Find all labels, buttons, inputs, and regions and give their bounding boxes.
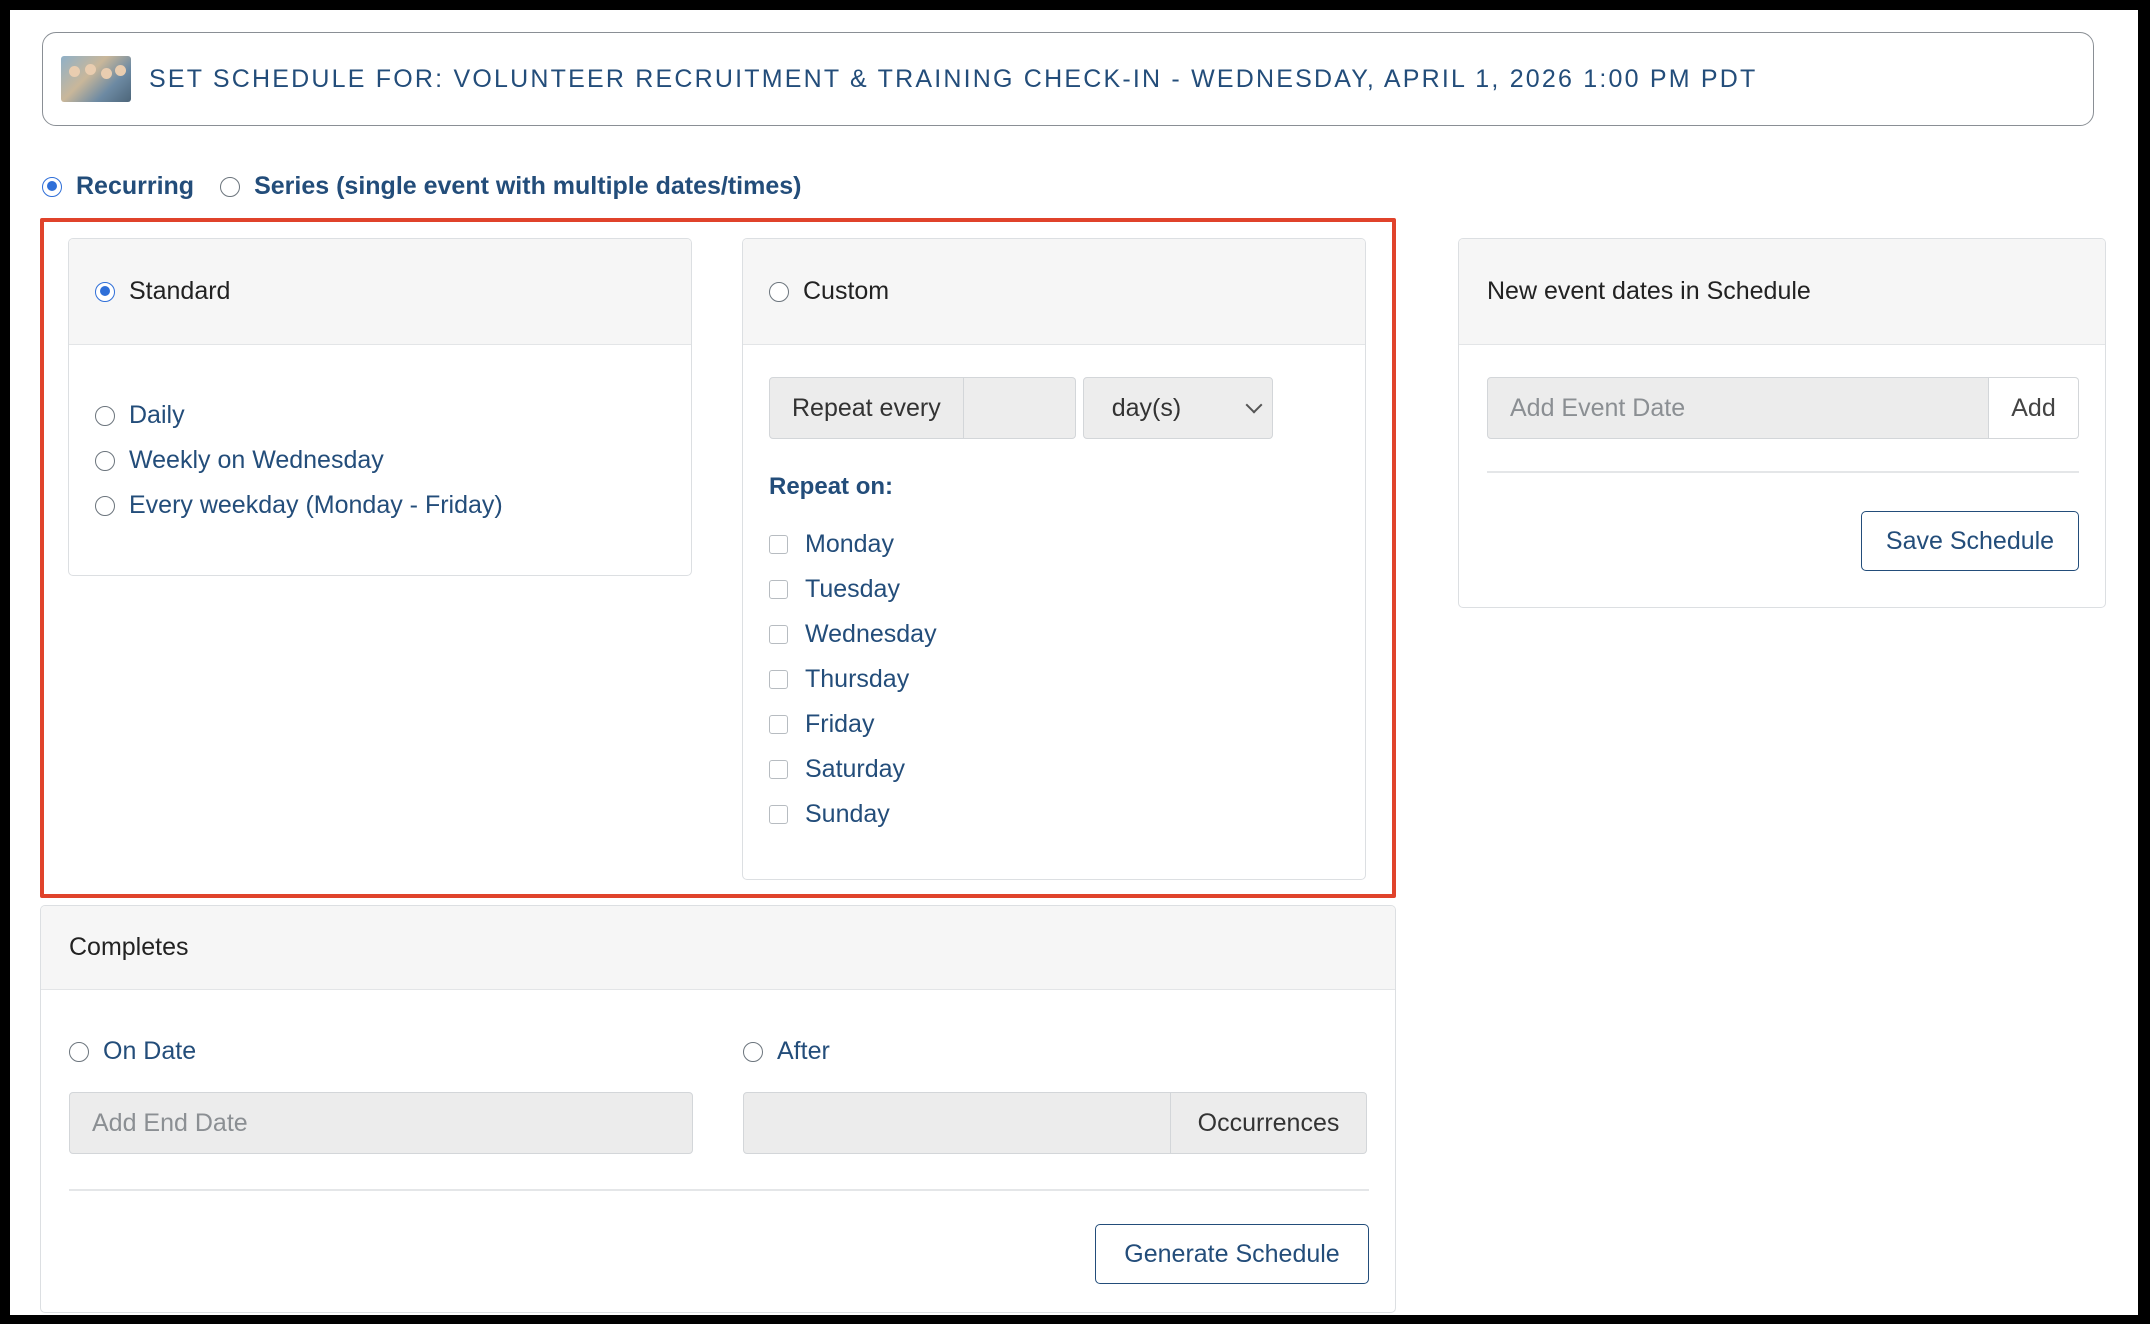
day-label: Tuesday bbox=[805, 575, 900, 603]
recurring-option[interactable]: Recurring bbox=[42, 172, 194, 201]
custom-card-header[interactable]: Custom bbox=[743, 239, 1365, 345]
on-date-label: On Date bbox=[103, 1037, 197, 1065]
repeat-every-label: Repeat every bbox=[769, 377, 964, 439]
option-label: Daily bbox=[129, 401, 185, 429]
day-wednesday[interactable]: Wednesday bbox=[769, 612, 937, 657]
on-date-option[interactable]: On Date bbox=[69, 1037, 196, 1066]
wednesday-checkbox[interactable] bbox=[769, 625, 788, 644]
divider bbox=[69, 1189, 1369, 1191]
after-radio[interactable] bbox=[743, 1041, 763, 1062]
option-label: Every weekday (Monday - Friday) bbox=[129, 491, 503, 519]
new-event-dates-title: New event dates in Schedule bbox=[1459, 239, 2105, 345]
chevron-down-icon bbox=[1245, 396, 1263, 414]
sunday-checkbox[interactable] bbox=[769, 805, 788, 824]
option-label: Weekly on Wednesday bbox=[129, 446, 384, 474]
schedule-page: SET SCHEDULE FOR: VOLUNTEER RECRUITMENT … bbox=[10, 10, 2138, 1315]
divider bbox=[1487, 471, 2079, 473]
day-monday[interactable]: Monday bbox=[769, 522, 937, 567]
on-date-radio[interactable] bbox=[69, 1041, 89, 1062]
day-tuesday[interactable]: Tuesday bbox=[769, 567, 937, 612]
day-label: Monday bbox=[805, 530, 894, 558]
option-daily[interactable]: Daily bbox=[95, 393, 691, 438]
standard-card: Standard Daily Weekly on Wednesday Every… bbox=[68, 238, 692, 576]
after-label: After bbox=[777, 1037, 830, 1065]
day-label: Thursday bbox=[805, 665, 910, 693]
friday-checkbox[interactable] bbox=[769, 715, 788, 734]
weekday-checkbox-list: Monday Tuesday Wednesday Thursday Friday… bbox=[769, 522, 937, 837]
day-friday[interactable]: Friday bbox=[769, 702, 937, 747]
standard-options: Daily Weekly on Wednesday Every weekday … bbox=[69, 345, 691, 528]
page-title: SET SCHEDULE FOR: VOLUNTEER RECRUITMENT … bbox=[149, 64, 1758, 93]
occurrences-label: Occurrences bbox=[1171, 1092, 1367, 1154]
day-sunday[interactable]: Sunday bbox=[769, 792, 937, 837]
completes-title: Completes bbox=[41, 906, 1395, 990]
day-saturday[interactable]: Saturday bbox=[769, 747, 937, 792]
thursday-checkbox[interactable] bbox=[769, 670, 788, 689]
schedule-header: SET SCHEDULE FOR: VOLUNTEER RECRUITMENT … bbox=[42, 32, 2094, 126]
new-event-dates-card: New event dates in Schedule Add Event Da… bbox=[1458, 238, 2106, 608]
day-label: Wednesday bbox=[805, 620, 937, 648]
schedule-mode-group: Recurring Series (single event with mult… bbox=[42, 172, 827, 201]
recurring-label: Recurring bbox=[76, 172, 195, 200]
day-label: Saturday bbox=[805, 755, 906, 783]
completes-card: Completes On Date After Add End Date Occ… bbox=[40, 905, 1396, 1313]
add-event-date-input[interactable]: Add Event Date bbox=[1487, 377, 1989, 439]
series-radio[interactable] bbox=[220, 176, 241, 197]
after-option[interactable]: After bbox=[743, 1037, 830, 1066]
weekdays-radio[interactable] bbox=[95, 495, 115, 516]
standard-card-header[interactable]: Standard bbox=[69, 239, 691, 345]
repeat-unit-value: day(s) bbox=[1111, 393, 1182, 422]
day-label: Friday bbox=[805, 710, 875, 738]
day-label: Sunday bbox=[805, 800, 890, 828]
saturday-checkbox[interactable] bbox=[769, 760, 788, 779]
custom-card: Custom Repeat every day(s) Repeat on: Mo… bbox=[742, 238, 1366, 880]
monday-checkbox[interactable] bbox=[769, 535, 788, 554]
option-weekdays[interactable]: Every weekday (Monday - Friday) bbox=[95, 483, 691, 528]
recurring-radio[interactable] bbox=[42, 176, 62, 197]
occurrences-input[interactable] bbox=[743, 1092, 1171, 1154]
occurrences-group: Occurrences bbox=[743, 1092, 1367, 1154]
custom-label: Custom bbox=[803, 277, 890, 305]
option-weekly[interactable]: Weekly on Wednesday bbox=[95, 438, 691, 483]
end-date-input[interactable]: Add End Date bbox=[69, 1092, 693, 1154]
tuesday-checkbox[interactable] bbox=[769, 580, 788, 599]
custom-radio[interactable] bbox=[769, 281, 789, 302]
standard-radio[interactable] bbox=[95, 281, 115, 302]
repeat-every-input[interactable] bbox=[963, 377, 1076, 439]
repeat-every-group: Repeat every day(s) bbox=[769, 377, 1273, 439]
add-event-date-group: Add Event Date Add bbox=[1487, 377, 2079, 439]
standard-label: Standard bbox=[129, 277, 231, 305]
save-schedule-button[interactable]: Save Schedule bbox=[1861, 511, 2079, 571]
series-option[interactable]: Series (single event with multiple dates… bbox=[220, 172, 801, 201]
repeat-unit-select[interactable]: day(s) bbox=[1082, 377, 1273, 439]
weekly-radio[interactable] bbox=[95, 450, 115, 471]
daily-radio[interactable] bbox=[95, 405, 115, 426]
series-label: Series (single event with multiple dates… bbox=[254, 172, 802, 200]
day-thursday[interactable]: Thursday bbox=[769, 657, 937, 702]
generate-schedule-button[interactable]: Generate Schedule bbox=[1095, 1224, 1369, 1284]
add-date-button[interactable]: Add bbox=[1989, 377, 2079, 439]
event-photo-thumbnail bbox=[61, 56, 131, 102]
repeat-on-label: Repeat on: bbox=[769, 473, 894, 500]
